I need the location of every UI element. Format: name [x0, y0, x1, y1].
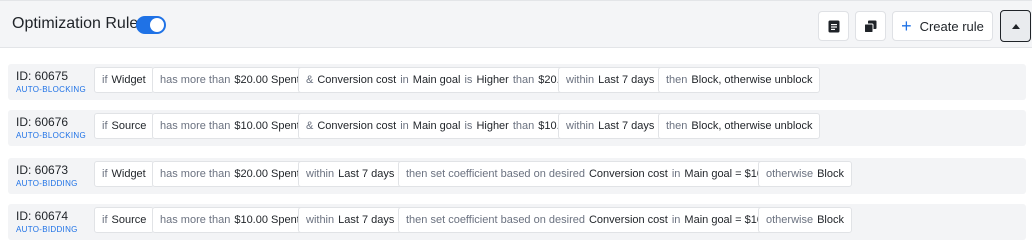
chip-keyword: if: [102, 120, 108, 132]
rule-row[interactable]: ID: 60676 AUTO-BLOCKING if Source has more t…: [8, 110, 1026, 146]
chip-keyword: &: [306, 120, 314, 132]
chip-keyword: if: [102, 214, 108, 226]
copy-button[interactable]: [855, 11, 886, 41]
rule-condition-chip[interactable]: if Widget: [94, 161, 154, 187]
chip-keyword: then: [666, 120, 688, 132]
create-rule-label: Create rule: [919, 18, 984, 34]
rule-id: ID: 60674: [16, 209, 69, 223]
rule-row[interactable]: ID: 60674 AUTO-BIDDING if Source has more th…: [8, 204, 1026, 240]
caret-up-icon: [1011, 23, 1020, 29]
chip-keyword: has more than: [160, 74, 231, 86]
chip-keyword: otherwise: [766, 168, 814, 180]
chip-keyword: in: [400, 120, 409, 132]
rule-id: ID: 60675: [16, 69, 69, 83]
rule-condition-chip[interactable]: & Conversion cost in Main goal is Higher than $…: [298, 113, 580, 139]
rule-condition-chip[interactable]: then Block, otherwise unblock: [658, 67, 821, 93]
chip-keyword: in: [671, 214, 681, 226]
chip-keyword: &: [306, 74, 314, 86]
rule-condition-chip[interactable]: then set coefficient based on desired Con…: [398, 207, 787, 233]
rule-condition-chip[interactable]: has more than $10.00 Spent: [152, 207, 308, 233]
chip-value: Widget: [111, 74, 146, 86]
chip-value: Last 7 days: [598, 74, 655, 86]
chip-value: Higher: [476, 74, 509, 86]
rule-condition-chip[interactable]: within Last 7 days: [558, 113, 663, 139]
rule-condition-chip[interactable]: within Last 7 days: [298, 207, 403, 233]
chip-value: Conversion cost: [317, 120, 397, 132]
chip-value: Last 7 days: [338, 168, 395, 180]
chip-keyword: then set coefficient based on desired: [406, 168, 585, 180]
rule-row[interactable]: ID: 60673 AUTO-BIDDING if Widget has more th…: [8, 158, 1026, 194]
document-icon: [828, 20, 839, 32]
chip-value: Main goal: [412, 74, 461, 86]
chip-value: Source: [111, 120, 147, 132]
chip-value: Last 7 days: [598, 120, 655, 132]
rule-type-badge: AUTO-BIDDING: [16, 225, 78, 234]
chip-value: Block, otherwise unblock: [691, 74, 813, 86]
rule-condition-chip[interactable]: & Conversion cost in Main goal is Higher than $…: [298, 67, 580, 93]
chip-value: Source: [111, 214, 147, 226]
copy-icon: [864, 20, 877, 33]
rules-toggle[interactable]: [136, 16, 166, 34]
chip-value: Higher: [476, 120, 509, 132]
chip-keyword: in: [671, 168, 681, 180]
chip-value: Conversion cost: [588, 168, 668, 180]
chip-keyword: if: [102, 168, 108, 180]
chip-value: Conversion cost: [588, 214, 668, 226]
chip-keyword: if: [102, 74, 108, 86]
chip-keyword: within: [566, 120, 595, 132]
rule-condition-chip[interactable]: then Block, otherwise unblock: [658, 113, 821, 139]
chip-value: Main goal: [412, 120, 461, 132]
chip-keyword: than: [512, 74, 535, 86]
chip-keyword: than: [512, 120, 535, 132]
rule-condition-chip[interactable]: otherwise Block: [758, 207, 852, 233]
chip-keyword: is: [464, 74, 473, 86]
chip-keyword: has more than: [160, 214, 231, 226]
chip-keyword: within: [566, 74, 595, 86]
rule-condition-chip[interactable]: if Source: [94, 113, 155, 139]
chip-keyword: then: [666, 74, 688, 86]
page-title: Optimization Rules: [12, 15, 147, 32]
plus-icon: +: [901, 16, 912, 36]
chip-value: $10.00 Spent: [234, 214, 300, 226]
rule-condition-chip[interactable]: within Last 7 days: [298, 161, 403, 187]
rule-condition-chip[interactable]: otherwise Block: [758, 161, 852, 187]
rule-condition-chip[interactable]: if Source: [94, 207, 155, 233]
chip-keyword: is: [464, 120, 473, 132]
chip-value: Block: [817, 168, 844, 180]
rule-condition-chip[interactable]: has more than $20.00 Spent: [152, 161, 308, 187]
rule-id: ID: 60676: [16, 115, 69, 129]
notes-button[interactable]: [818, 11, 849, 41]
rule-condition-chip[interactable]: within Last 7 days: [558, 67, 663, 93]
chip-keyword: has more than: [160, 168, 231, 180]
header-bar: Optimization Rules + Create rule: [0, 0, 1032, 48]
collapse-button[interactable]: [1000, 10, 1031, 42]
rule-condition-chip[interactable]: if Widget: [94, 67, 154, 93]
rule-condition-chip[interactable]: then set coefficient based on desired Con…: [398, 161, 787, 187]
chip-value: Widget: [111, 168, 146, 180]
chip-value: Block, otherwise unblock: [691, 120, 813, 132]
chip-keyword: otherwise: [766, 214, 814, 226]
chip-value: $20.00 Spent: [234, 168, 300, 180]
chip-value: $20.00 Spent: [234, 74, 300, 86]
chip-keyword: within: [306, 214, 335, 226]
chip-value: $10.00 Spent: [234, 120, 300, 132]
toggle-knob: [150, 18, 164, 32]
rule-type-badge: AUTO-BIDDING: [16, 179, 78, 188]
chip-keyword: has more than: [160, 120, 231, 132]
chip-value: Last 7 days: [338, 214, 395, 226]
rule-type-badge: AUTO-BLOCKING: [16, 131, 86, 140]
create-rule-button[interactable]: + Create rule: [892, 11, 993, 41]
rule-id: ID: 60673: [16, 163, 69, 177]
rule-type-badge: AUTO-BLOCKING: [16, 85, 86, 94]
chip-value: Conversion cost: [317, 74, 397, 86]
chip-keyword: then set coefficient based on desired: [406, 214, 585, 226]
chip-keyword: in: [400, 74, 409, 86]
rule-row[interactable]: ID: 60675 AUTO-BLOCKING if Widget has more t…: [8, 64, 1026, 100]
chip-keyword: within: [306, 168, 335, 180]
rule-condition-chip[interactable]: has more than $20.00 Spent: [152, 67, 308, 93]
rule-condition-chip[interactable]: has more than $10.00 Spent: [152, 113, 308, 139]
chip-value: Block: [817, 214, 844, 226]
